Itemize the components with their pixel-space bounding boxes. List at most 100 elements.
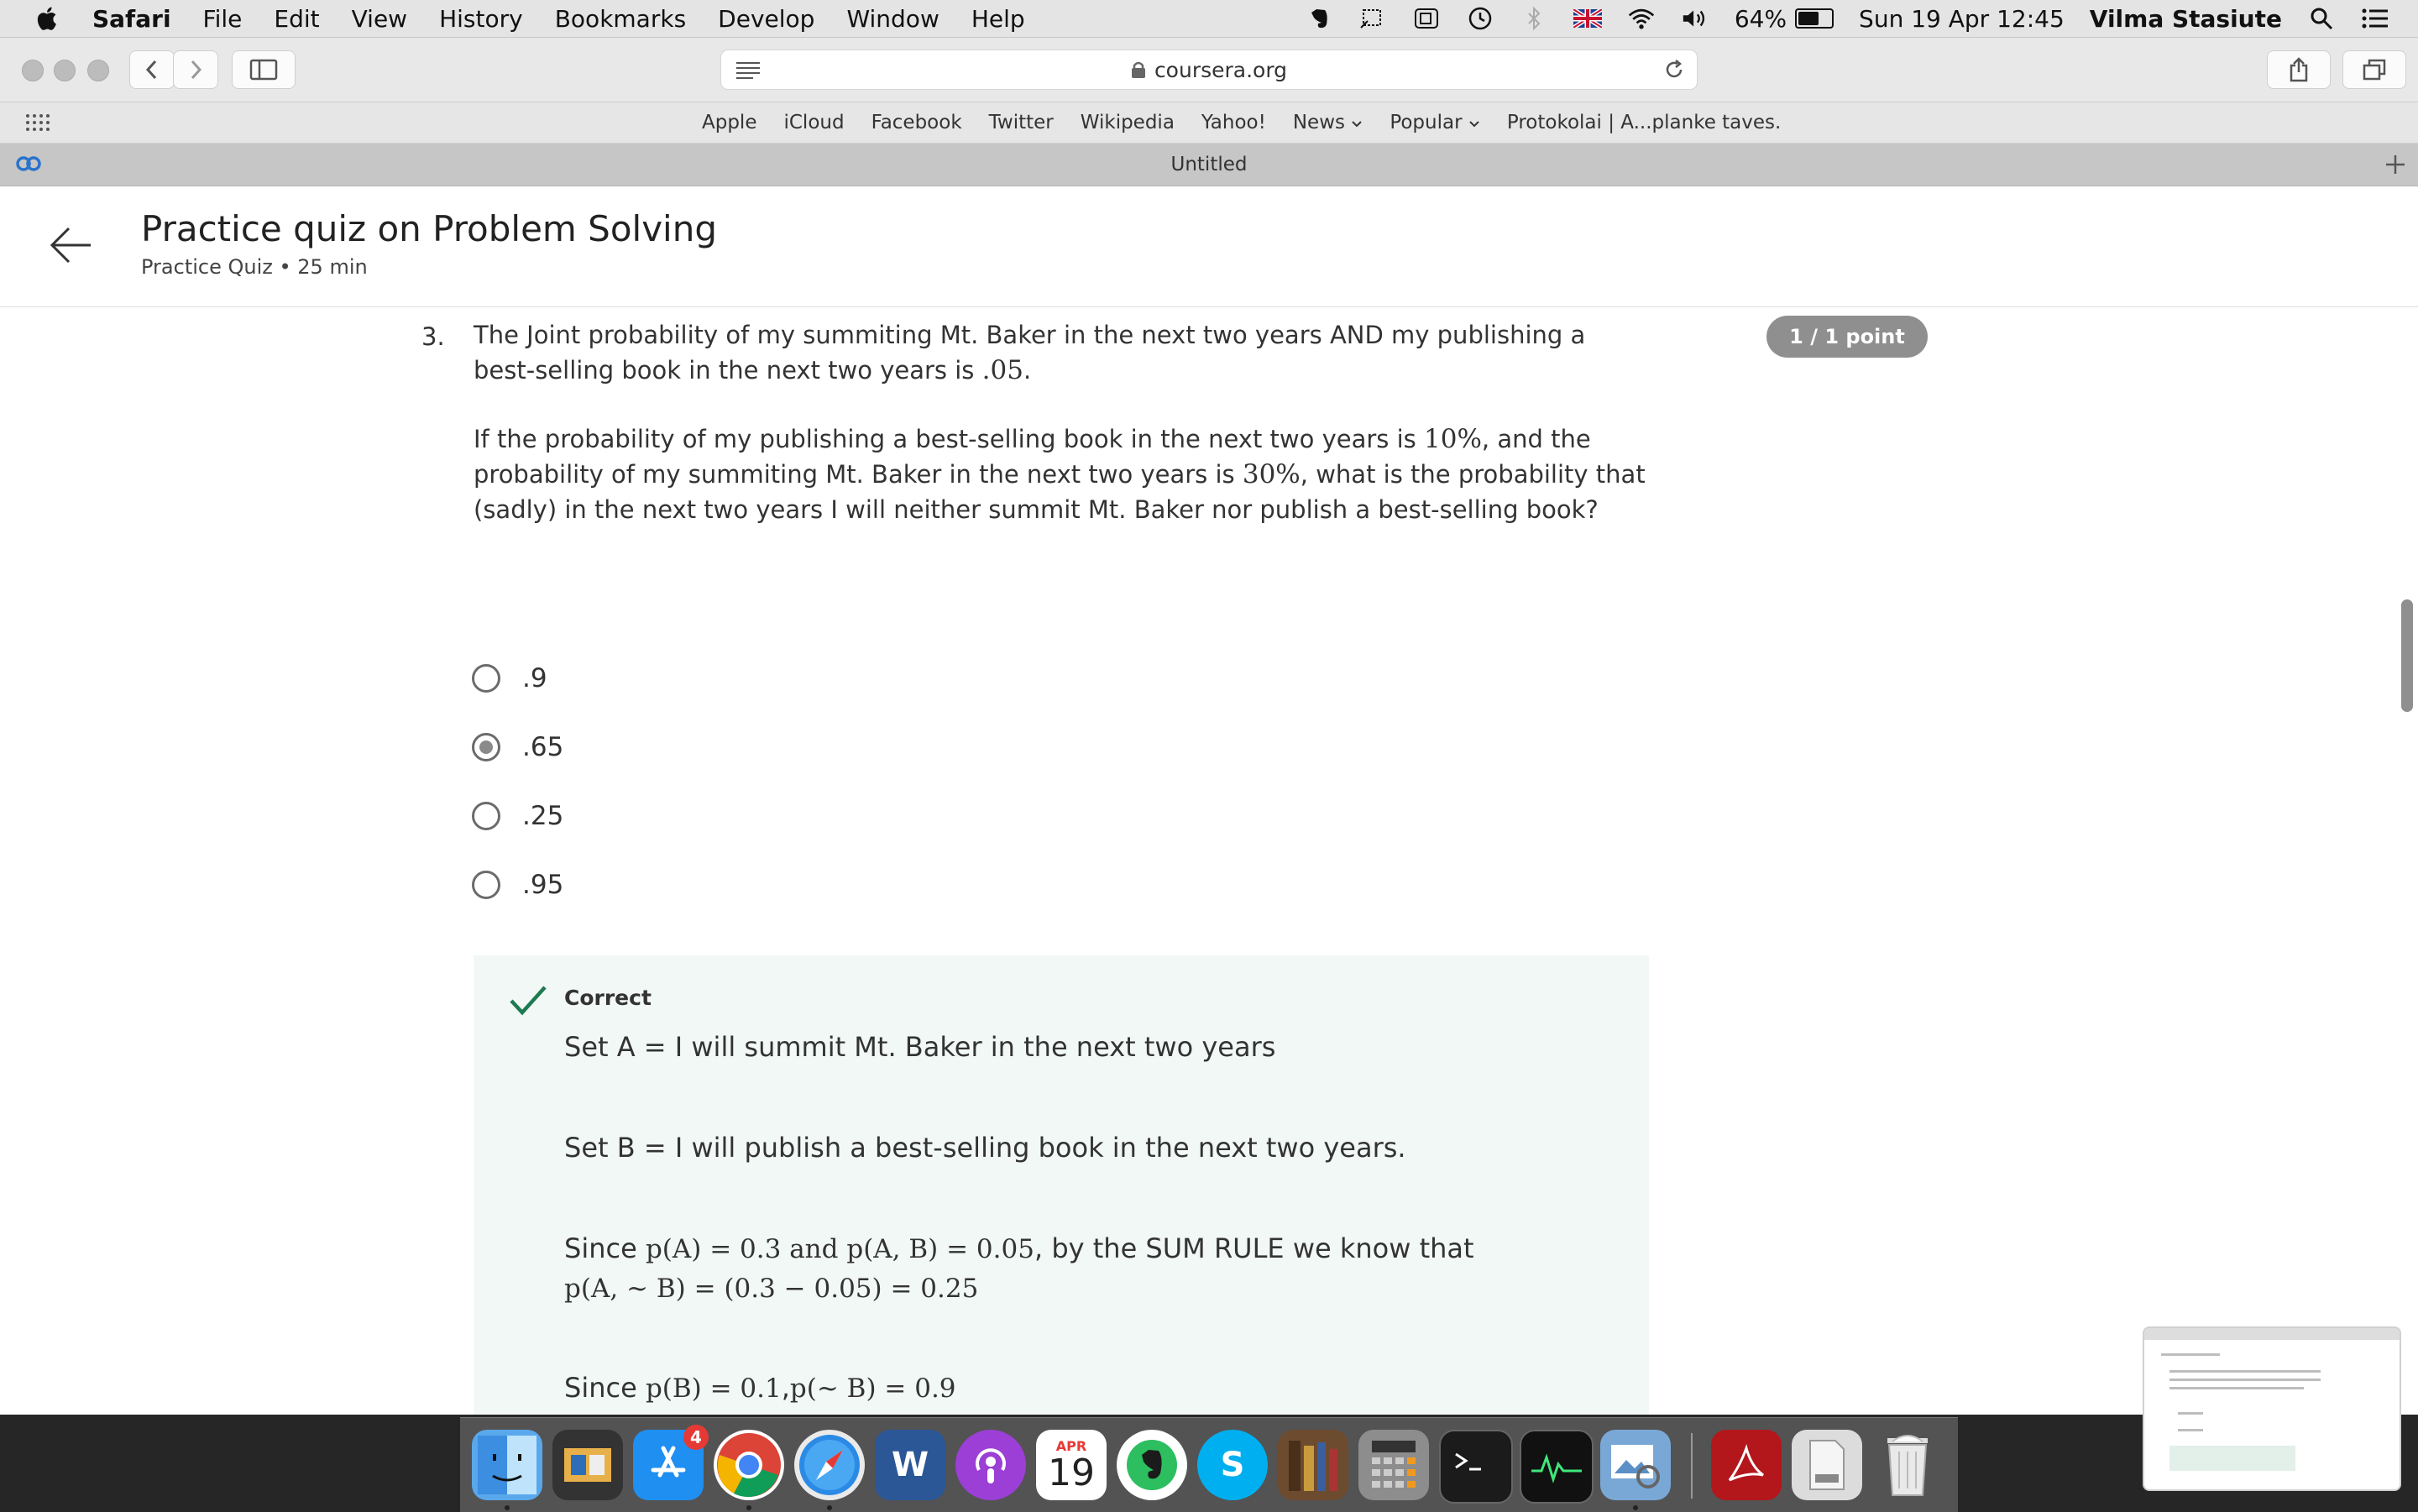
bookmark-wikipedia[interactable]: Wikipedia xyxy=(1081,112,1175,133)
evernote-icon[interactable] xyxy=(1117,1430,1187,1500)
math-value: p(A) = 0.3 xyxy=(645,1234,782,1264)
screenshot-thumbnail[interactable] xyxy=(2143,1326,2401,1491)
new-tab-plus-icon[interactable] xyxy=(2384,154,2406,175)
bookmark-news-label: News xyxy=(1292,112,1345,133)
sidebar-toggle-button[interactable] xyxy=(232,50,296,89)
window-zoom-button[interactable] xyxy=(87,60,109,81)
feedback-label: Correct xyxy=(564,986,652,1010)
question-number: 3. xyxy=(421,322,445,351)
reload-icon[interactable] xyxy=(1663,59,1685,81)
notification-badge: 4 xyxy=(683,1425,709,1450)
notification-center-icon[interactable] xyxy=(2361,6,2389,31)
answer-option[interactable]: .95 xyxy=(472,866,563,903)
bookmark-protokolai[interactable]: Protokolai | A...planke taves. xyxy=(1507,112,1781,133)
calendar-icon[interactable]: APR 19 xyxy=(1036,1430,1107,1500)
option-label: .25 xyxy=(522,801,564,831)
tab-active[interactable]: Untitled xyxy=(0,154,2418,175)
url-text: coursera.org xyxy=(1154,57,1288,82)
menu-history[interactable]: History xyxy=(439,5,523,33)
menu-edit[interactable]: Edit xyxy=(274,5,319,33)
forward-button[interactable] xyxy=(173,50,218,89)
menu-view[interactable]: View xyxy=(352,5,407,33)
app-store-icon[interactable]: 4 xyxy=(633,1425,709,1500)
podcasts-icon[interactable] xyxy=(955,1430,1026,1500)
menu-develop[interactable]: Develop xyxy=(718,5,814,33)
time-machine-icon[interactable] xyxy=(1466,6,1494,31)
safari-icon[interactable] xyxy=(794,1430,865,1500)
acrobat-icon[interactable] xyxy=(1711,1430,1782,1500)
skype-icon[interactable]: S xyxy=(1197,1430,1268,1500)
window-close-button[interactable] xyxy=(22,60,44,81)
math-value: p(B) = 0.1 xyxy=(645,1373,782,1404)
option-label: .65 xyxy=(522,732,564,762)
radio-button[interactable] xyxy=(472,802,500,830)
clock[interactable]: Sun 19 Apr 12:45 xyxy=(1859,5,2065,33)
menu-bookmarks[interactable]: Bookmarks xyxy=(555,5,686,33)
chevron-down-icon xyxy=(1469,121,1479,128)
answer-option-selected[interactable]: .65 xyxy=(472,729,563,766)
chrome-icon[interactable] xyxy=(714,1430,784,1500)
option-label: .95 xyxy=(522,870,564,900)
bluetooth-icon[interactable] xyxy=(1520,6,1548,31)
bookmark-facebook[interactable]: Facebook xyxy=(871,112,962,133)
menu-window[interactable]: Window xyxy=(846,5,939,33)
radio-button[interactable] xyxy=(472,871,500,899)
back-arrow-icon[interactable] xyxy=(47,222,94,269)
question-paragraph-1: The Joint probability of my summiting Mt… xyxy=(474,317,1649,388)
bookmark-folder-news[interactable]: News xyxy=(1293,112,1363,133)
battery-percent: 64% xyxy=(1734,4,1787,33)
radio-button-selected[interactable] xyxy=(472,733,500,761)
apple-menu-icon[interactable] xyxy=(34,4,62,33)
math-value: p(~ B) = 0.9 xyxy=(789,1373,956,1404)
battery-status[interactable]: 64% xyxy=(1735,5,1834,33)
share-button[interactable] xyxy=(2267,50,2331,89)
answer-option[interactable]: .25 xyxy=(472,798,563,834)
word-icon[interactable]: W xyxy=(875,1430,945,1500)
spotlight-search-icon[interactable] xyxy=(2307,6,2336,31)
window-minimize-button[interactable] xyxy=(54,60,76,81)
option-label: .9 xyxy=(522,663,547,693)
explanation-line: Set A = I will summit Mt. Baker in the n… xyxy=(564,1031,1276,1063)
reader-view-icon[interactable] xyxy=(735,60,762,79)
radio-button[interactable] xyxy=(472,664,500,693)
chevron-down-icon xyxy=(1352,121,1363,128)
evernote-status-icon[interactable] xyxy=(1305,6,1333,31)
image-capture-icon[interactable] xyxy=(552,1430,623,1500)
menu-app-name[interactable]: Safari xyxy=(92,5,171,33)
calculator-icon[interactable] xyxy=(1358,1430,1429,1500)
bookmark-apple[interactable]: Apple xyxy=(702,112,756,133)
screen-share-icon[interactable] xyxy=(1412,6,1441,31)
crop-status-icon[interactable] xyxy=(1358,6,1387,31)
tab-overview-button[interactable] xyxy=(2342,50,2406,89)
browser-toolbar: coursera.org xyxy=(0,38,2418,102)
apps-grid-icon[interactable] xyxy=(25,112,50,133)
address-bar[interactable]: coursera.org xyxy=(720,50,1698,90)
menu-file[interactable]: File xyxy=(203,5,243,33)
back-button[interactable] xyxy=(129,50,175,89)
activity-monitor-icon[interactable] xyxy=(1520,1430,1594,1504)
quiz-header: Practice quiz on Problem Solving Practic… xyxy=(0,186,2418,307)
page-scrollbar[interactable] xyxy=(2401,599,2413,712)
share-icon xyxy=(2290,57,2308,82)
wifi-icon[interactable] xyxy=(1627,6,1656,31)
volume-icon[interactable] xyxy=(1681,6,1709,31)
preview-icon[interactable] xyxy=(1600,1430,1671,1500)
finder-icon[interactable] xyxy=(472,1430,542,1500)
question-paragraph-2: If the probability of my publishing a be… xyxy=(474,421,1649,527)
bookmark-folder-popular[interactable]: Popular xyxy=(1390,112,1480,133)
math-value: 30% xyxy=(1242,459,1301,489)
menu-help[interactable]: Help xyxy=(971,5,1025,33)
explanation-complement: Since p(B) = 0.1,p(~ B) = 0.9 xyxy=(564,1368,1572,1408)
user-name[interactable]: Vilma Stasiute xyxy=(2090,5,2282,33)
terminal-icon[interactable] xyxy=(1439,1430,1513,1504)
calibre-icon[interactable] xyxy=(1278,1430,1348,1500)
explanation-line: Set B = I will publish a best-selling bo… xyxy=(564,1132,1406,1164)
trash-icon[interactable] xyxy=(1872,1430,1943,1500)
bookmark-popular-label: Popular xyxy=(1390,112,1463,133)
uk-flag-input-icon[interactable] xyxy=(1573,6,1602,31)
downloads-folder-icon[interactable] xyxy=(1792,1430,1862,1500)
answer-option[interactable]: .9 xyxy=(472,660,547,697)
bookmark-icloud[interactable]: iCloud xyxy=(783,112,844,133)
bookmark-yahoo[interactable]: Yahoo! xyxy=(1201,112,1266,133)
bookmark-twitter[interactable]: Twitter xyxy=(989,112,1054,133)
